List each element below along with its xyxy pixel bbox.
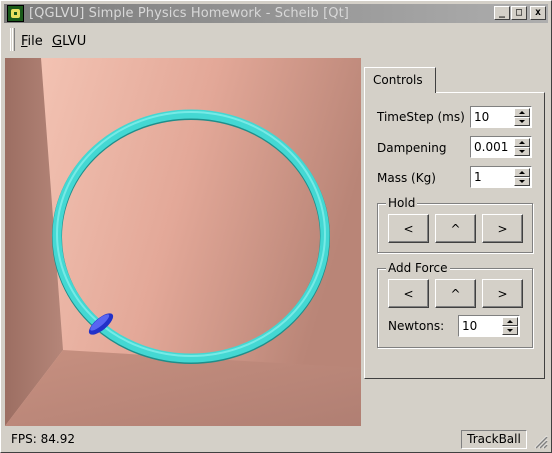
mass-down-button[interactable]	[514, 177, 530, 186]
newtons-input[interactable]	[461, 318, 501, 334]
timestep-down-button[interactable]	[514, 117, 530, 126]
dampening-label: Dampening	[377, 141, 447, 155]
dampening-input[interactable]	[473, 139, 513, 155]
dampening-down-button[interactable]	[514, 147, 530, 156]
menubar-grip[interactable]	[10, 28, 15, 51]
fps-readout: FPS: 84.92	[11, 432, 75, 446]
title-bar[interactable]: [QGLVU] Simple Physics Homework - Scheib…	[4, 4, 548, 23]
maximize-button[interactable]: □	[511, 6, 527, 20]
dampening-spinbox[interactable]	[470, 136, 532, 158]
window-title: [QGLVU] Simple Physics Homework - Scheib…	[29, 6, 349, 21]
scene-canvas	[5, 58, 361, 426]
gl-viewport[interactable]	[5, 58, 361, 426]
timestep-up-button[interactable]	[514, 108, 530, 117]
hold-right-button[interactable]: >	[482, 214, 523, 243]
tab-controls-label: Controls	[373, 73, 423, 87]
hold-left-button[interactable]: <	[388, 214, 429, 243]
add-force-group-title: Add Force	[386, 261, 450, 275]
resize-grip-icon[interactable]	[532, 433, 548, 449]
force-right-button[interactable]: >	[482, 279, 523, 308]
menu-file-label: ile	[27, 34, 43, 49]
mass-spinbox[interactable]	[470, 166, 532, 188]
mass-up-button[interactable]	[514, 168, 530, 177]
app-window: [QGLVU] Simple Physics Homework - Scheib…	[0, 0, 552, 453]
dampening-up-button[interactable]	[514, 138, 530, 147]
force-left-button[interactable]: <	[388, 279, 429, 308]
hold-up-button[interactable]: ^	[435, 214, 476, 243]
menu-bar: File GLVU	[4, 25, 548, 57]
minimize-button[interactable]: _	[494, 6, 510, 20]
app-icon[interactable]	[7, 5, 24, 22]
mass-label: Mass (Kg)	[377, 171, 436, 185]
menu-file[interactable]: File	[21, 34, 43, 49]
timestep-input[interactable]	[473, 109, 513, 125]
trackball-mode-indicator: TrackBall	[461, 430, 527, 449]
hold-group-title: Hold	[386, 196, 418, 210]
mass-input[interactable]	[473, 169, 513, 185]
newtons-label: Newtons:	[388, 319, 445, 333]
newtons-up-button[interactable]	[502, 317, 518, 326]
menu-glvu-label: LVU	[62, 34, 87, 49]
close-button[interactable]: x	[530, 6, 546, 20]
newtons-down-button[interactable]	[502, 326, 518, 335]
newtons-spinbox[interactable]	[458, 315, 520, 337]
tab-controls[interactable]: Controls	[364, 67, 436, 93]
menu-glvu[interactable]: GLVU	[52, 34, 86, 49]
force-up-button[interactable]: ^	[435, 279, 476, 308]
timestep-spinbox[interactable]	[470, 106, 532, 128]
menu-glvu-mnemonic: G	[52, 34, 63, 49]
timestep-label: TimeStep (ms)	[377, 110, 465, 124]
